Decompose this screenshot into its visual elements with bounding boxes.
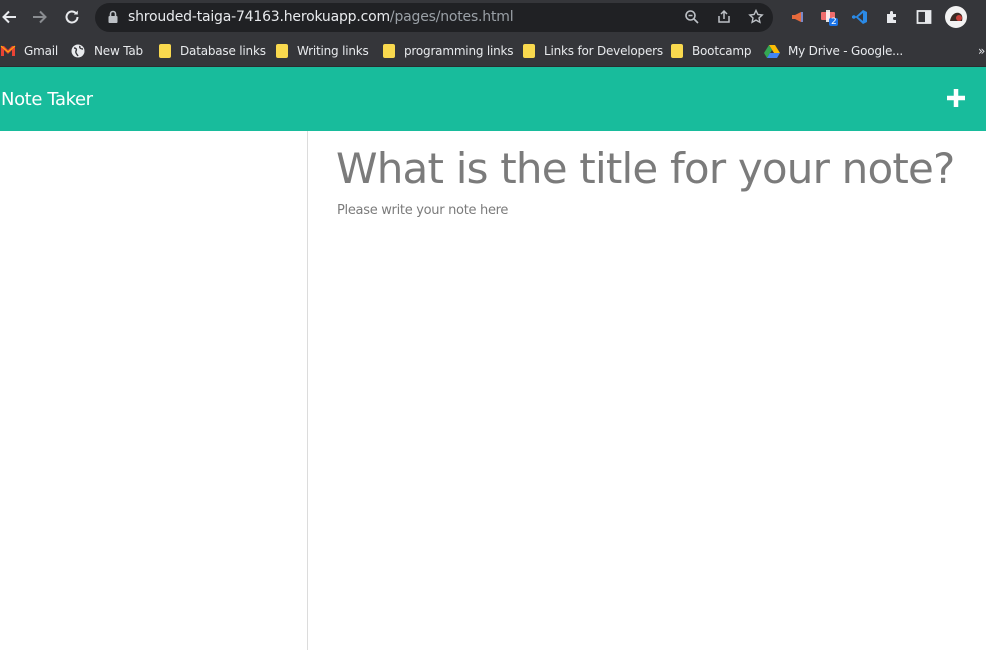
extension-megaphone-icon[interactable] [786, 6, 808, 28]
folder-icon [159, 44, 171, 58]
reload-icon[interactable] [61, 6, 83, 28]
puzzle-icon[interactable] [881, 6, 903, 28]
extension-badge-icon[interactable]: 2 [818, 6, 840, 28]
folder-icon [523, 44, 535, 58]
bookmarks-overflow-button[interactable]: » [978, 41, 985, 61]
bookmark-label: My Drive - Google... [788, 44, 903, 58]
bookmark-links-for-developers[interactable]: Links for Developers [523, 41, 663, 61]
extension-badge-count: 2 [831, 17, 837, 27]
url-text: shrouded-taiga-74163.herokuapp.com/pages… [128, 9, 514, 25]
note-title-input[interactable] [336, 141, 976, 195]
bookmark-database-links[interactable]: Database links [159, 41, 266, 61]
lock-icon[interactable] [103, 7, 123, 27]
back-icon[interactable] [0, 6, 20, 28]
side-panel-icon[interactable] [913, 6, 935, 28]
globe-icon [71, 44, 85, 58]
bookmark-new-tab[interactable]: New Tab [71, 41, 143, 61]
address-bar[interactable]: shrouded-taiga-74163.herokuapp.com/pages… [95, 3, 773, 32]
bookmark-label: Gmail [24, 44, 59, 58]
bookmark-label: programming links [404, 44, 514, 58]
gmail-icon [0, 45, 16, 56]
bookmark-label: Bootcamp [692, 44, 752, 58]
bookmark-bootcamp[interactable]: Bootcamp [671, 41, 751, 61]
url-host: shrouded-taiga-74163.herokuapp.com [128, 9, 390, 25]
google-drive-icon [764, 45, 780, 58]
folder-icon [383, 44, 395, 58]
bookmark-my-drive[interactable]: My Drive - Google... [764, 41, 903, 61]
app-navbar: Note Taker [0, 67, 986, 131]
zoom-icon[interactable] [682, 7, 702, 27]
overflow-label: » [978, 44, 986, 58]
note-list-panel [0, 131, 308, 650]
bookmark-label: New Tab [94, 44, 143, 58]
folder-icon [671, 44, 683, 58]
browser-toolbar: shrouded-taiga-74163.herokuapp.com/pages… [0, 0, 986, 35]
plus-icon [947, 89, 965, 107]
share-icon[interactable] [714, 7, 734, 27]
bookmark-gmail[interactable]: Gmail [0, 41, 58, 61]
bookmarks-bar: Gmail New Tab Database links Writing lin… [0, 35, 986, 67]
bookmark-writing-links[interactable]: Writing links [276, 41, 369, 61]
bookmark-label: Database links [180, 44, 266, 58]
new-note-button[interactable] [944, 86, 968, 110]
bookmark-label: Writing links [297, 44, 369, 58]
avatar[interactable] [944, 5, 968, 29]
note-text-input[interactable] [337, 203, 957, 623]
vscode-icon[interactable] [849, 6, 871, 28]
note-editor [308, 131, 986, 650]
folder-icon [276, 44, 288, 58]
bookmark-programming-links[interactable]: programming links [383, 41, 514, 61]
star-icon[interactable] [746, 7, 766, 27]
forward-icon[interactable] [29, 6, 51, 28]
app-brand[interactable]: Note Taker [1, 89, 93, 110]
url-path: /pages/notes.html [389, 9, 514, 25]
bookmark-label: Links for Developers [544, 44, 663, 58]
